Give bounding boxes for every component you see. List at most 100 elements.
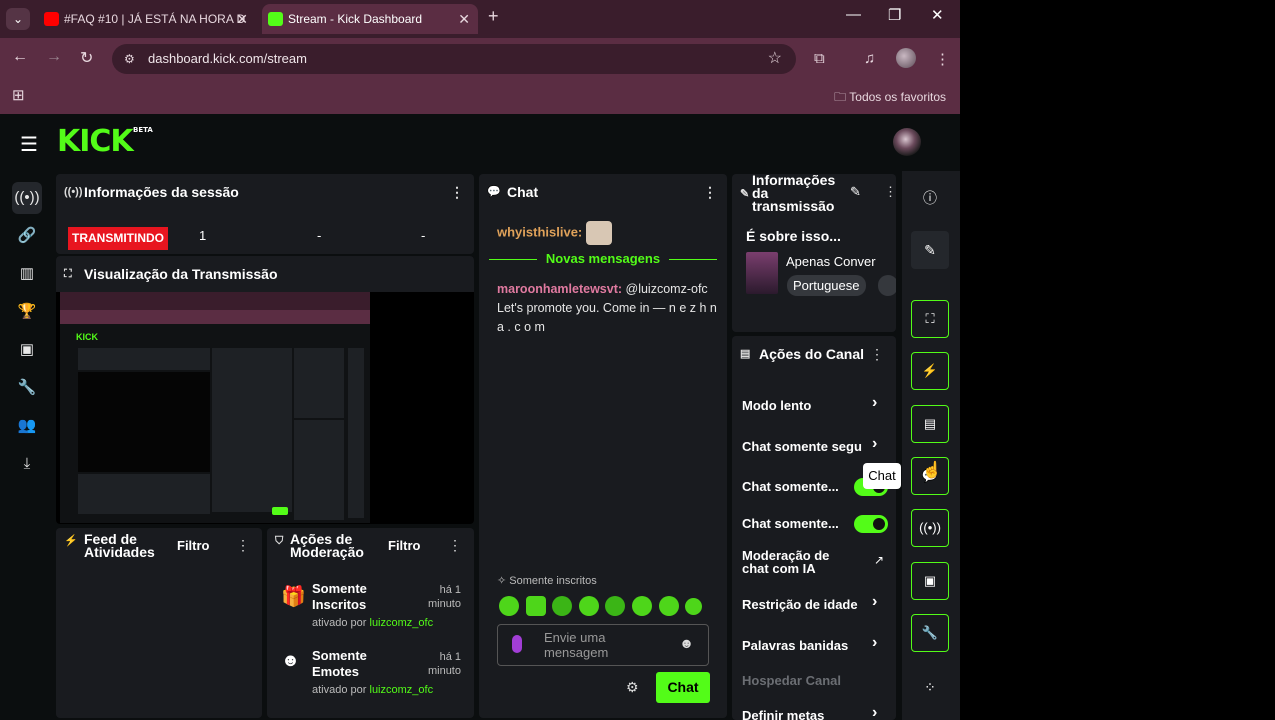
kick-logo[interactable]: KICK BETA — [57, 124, 153, 159]
moderation-item-by: ativado por luizcomz_ofc — [312, 617, 433, 629]
apps-grid-icon[interactable]: ⊞ — [12, 86, 25, 104]
user-avatar[interactable] — [893, 128, 921, 156]
filter-button[interactable]: Filtro — [388, 538, 421, 553]
more-options-icon[interactable]: ⋮ — [870, 346, 884, 363]
tab-youtube[interactable]: #FAQ #10 | JÁ ESTÁ NA HORA D ✕ — [38, 4, 256, 34]
card-title: Feed de Atividades — [84, 531, 155, 560]
chevron-right-icon[interactable]: › — [872, 634, 877, 652]
stream-nav-icon[interactable]: ((•)) — [12, 182, 42, 214]
preview-tab-strip — [60, 292, 370, 310]
users-nav-icon[interactable]: 👥 — [12, 410, 42, 442]
lightning-widget-button[interactable]: ⚡ — [911, 352, 949, 390]
video-nav-icon[interactable]: ▣ — [12, 334, 42, 366]
all-bookmarks-folder[interactable]: 🗀 Todos os favoritos — [834, 88, 946, 109]
preview-widget-button[interactable]: ⛶ — [911, 300, 949, 338]
session-stat: - — [317, 228, 322, 243]
emote-button[interactable] — [499, 596, 519, 616]
viewer-count: 1 — [199, 228, 207, 243]
stream-preview-video[interactable]: KICK — [60, 292, 370, 523]
chevron-right-icon[interactable]: › — [872, 704, 877, 720]
profile-avatar[interactable] — [896, 48, 916, 68]
upload-nav-icon[interactable]: ⤓ — [12, 448, 42, 480]
notes-widget-button[interactable]: ▤ — [911, 405, 949, 443]
emotes-only-toggle[interactable] — [854, 515, 888, 533]
trophy-nav-icon[interactable]: 🏆 — [12, 296, 42, 328]
more-options-icon[interactable]: ⋮ — [448, 537, 462, 554]
chat-message: whyisthislive: — [497, 221, 612, 245]
banned-words-item[interactable]: Palavras banidas — [742, 638, 848, 653]
emote-button[interactable] — [579, 596, 599, 616]
emote-button[interactable] — [632, 596, 652, 616]
emote-button[interactable] — [685, 598, 702, 615]
link-nav-icon[interactable]: 🔗 — [12, 220, 42, 252]
external-link-icon[interactable]: ↗ — [874, 553, 884, 567]
wrench-widget-button[interactable]: 🔧 — [911, 614, 949, 652]
subscribers-only-notice: ✧ Somente inscritos — [497, 575, 597, 587]
emote-button[interactable] — [659, 596, 679, 616]
close-window-button[interactable]: ✕ — [931, 6, 944, 24]
stream-title: É sobre isso... — [746, 228, 841, 244]
preview-panel — [212, 348, 292, 512]
category-name[interactable]: Apenas Conver — [786, 254, 896, 269]
minimize-button[interactable]: — — [846, 6, 861, 23]
close-tab-icon[interactable]: ✕ — [458, 4, 470, 34]
reload-icon[interactable]: ↻ — [80, 48, 93, 68]
emote-button[interactable] — [552, 596, 572, 616]
url-text: dashboard.kick.com/stream — [148, 51, 307, 66]
tab-kick-dashboard[interactable]: Stream - Kick Dashboard ✕ — [262, 4, 478, 34]
channel-icon: ▤ — [740, 348, 751, 360]
card-title: Informações da transmissão — [752, 174, 836, 214]
extensions-icon[interactable]: ⧉ — [814, 50, 825, 67]
subscribers-only-item: Chat somente... — [742, 479, 839, 494]
card-title: Ações de Moderação — [290, 531, 364, 560]
tab-search-button[interactable]: ⌄ — [6, 8, 30, 30]
emoji-picker-icon[interactable]: ☻ — [679, 635, 694, 651]
bookmark-star-icon[interactable]: ☆ — [768, 44, 782, 74]
chevron-right-icon[interactable]: › — [872, 394, 877, 412]
preview-panel — [294, 420, 344, 520]
hamburger-menu-icon[interactable]: ☰ — [20, 132, 38, 157]
set-goals-item[interactable]: Definir metas — [742, 708, 824, 720]
restore-button[interactable]: ❐ — [888, 6, 901, 24]
chevron-right-icon[interactable]: › — [872, 435, 877, 453]
analytics-nav-icon[interactable]: ▥ — [12, 258, 42, 290]
close-tab-icon[interactable]: ✕ — [236, 4, 248, 34]
emote-button[interactable] — [605, 596, 625, 616]
more-options-icon[interactable]: ⋮ — [236, 537, 250, 554]
forward-icon[interactable]: → — [46, 48, 62, 66]
microphone-icon[interactable] — [512, 635, 522, 653]
chat-username[interactable]: whyisthislive: — [497, 224, 582, 239]
ai-moderation-item[interactable]: Moderação de chat com IA — [742, 549, 852, 575]
send-chat-button[interactable]: Chat — [656, 672, 710, 703]
menu-icon[interactable]: ⋮ — [935, 50, 950, 68]
browser-window: ⌄ #FAQ #10 | JÁ ESTÁ NA HORA D ✕ Stream … — [0, 0, 960, 720]
chevron-right-icon[interactable]: › — [872, 593, 877, 611]
channel-widget-button[interactable]: ▣ — [911, 562, 949, 600]
back-icon[interactable]: ← — [12, 48, 28, 66]
edit-icon[interactable]: ✎ — [911, 231, 949, 269]
by-user-link[interactable]: luizcomz_ofc — [370, 684, 434, 696]
more-options-icon[interactable]: ⋮ — [884, 184, 896, 200]
chat-username[interactable]: maroonhamletewsvt: — [497, 282, 622, 296]
more-options-icon[interactable]: ⋮ — [703, 174, 717, 210]
slow-mode-item[interactable]: Modo lento — [742, 398, 811, 413]
site-info-icon[interactable]: ⚙ — [124, 44, 135, 74]
info-icon[interactable]: ⓘ — [911, 179, 949, 217]
media-control-icon[interactable]: ♫ — [864, 50, 875, 67]
edit-icon[interactable]: ✎ — [850, 184, 861, 200]
more-widgets-icon[interactable]: ⁘ — [911, 668, 949, 706]
address-bar[interactable]: ⚙ dashboard.kick.com/stream ☆ — [112, 44, 796, 74]
new-messages-divider[interactable]: Novas mensagens — [489, 251, 717, 267]
broadcast-widget-button[interactable]: ((•)) — [911, 509, 949, 547]
chat-input[interactable]: Envie uma mensagem ☻ — [497, 624, 709, 666]
by-user-link[interactable]: luizcomz_ofc — [370, 617, 434, 629]
chat-settings-icon[interactable]: ⚙ — [626, 679, 639, 696]
filter-button[interactable]: Filtro — [177, 538, 210, 553]
age-restriction-item[interactable]: Restrição de idade — [742, 597, 858, 612]
followers-only-item[interactable]: Chat somente segu — [742, 439, 867, 454]
more-options-icon[interactable]: ⋮ — [450, 174, 464, 210]
wrench-nav-icon[interactable]: 🔧 — [12, 372, 42, 404]
emote-button[interactable] — [526, 596, 546, 616]
new-tab-button[interactable]: + — [488, 6, 499, 27]
tab-title: Stream - Kick Dashboard — [288, 12, 423, 26]
